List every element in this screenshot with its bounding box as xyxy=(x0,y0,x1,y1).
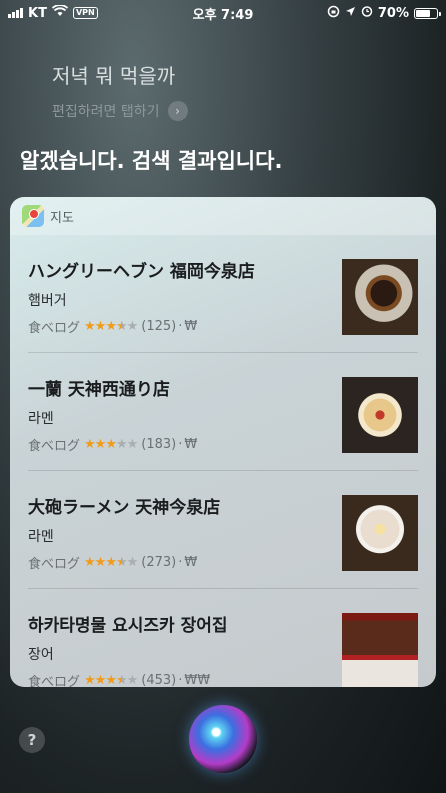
star-icon: ★ xyxy=(94,319,107,334)
separator-dot: · xyxy=(178,437,183,452)
maps-icon xyxy=(22,205,44,227)
star-icon: ★ xyxy=(84,673,96,687)
rating-stars: ★ ★ ★ ★ ★ xyxy=(84,319,139,334)
star-icon: ★ xyxy=(94,437,107,452)
star-icon: ★ xyxy=(126,673,139,687)
star-icon: ★ xyxy=(126,319,139,334)
separator-dot: · xyxy=(178,319,183,334)
result-name: 大砲ラーメン 天神今泉店 xyxy=(28,498,221,518)
vpn-badge: VPN xyxy=(72,7,98,19)
result-meta: 食べログ ★ ★ ★ ★ ★ (453) · ₩₩ xyxy=(28,671,210,687)
result-thumbnail xyxy=(342,377,418,453)
result-name: 一蘭 天神西通り店 xyxy=(28,380,170,400)
price-level: ₩ xyxy=(184,555,198,570)
status-time: 오후 7:49 xyxy=(192,7,254,23)
edit-hint[interactable]: 편집하려면 탭하기 › xyxy=(52,101,188,121)
star-icon: ★ xyxy=(115,555,128,570)
location-arrow-icon xyxy=(345,6,356,21)
star-icon: ★ xyxy=(84,555,96,570)
result-item[interactable]: 一蘭 天神西通り店 라멘 食べログ ★ ★ ★ ★ ★ (183) · ₩ xyxy=(28,353,418,471)
result-category: 라멘 xyxy=(28,529,54,545)
review-count: (125) xyxy=(141,319,177,334)
review-source: 食べログ xyxy=(28,675,81,687)
separator-dot: · xyxy=(178,555,183,570)
wifi-icon xyxy=(51,4,69,21)
battery-icon xyxy=(414,7,441,19)
result-thumbnail xyxy=(342,613,418,687)
review-count: (183) xyxy=(141,437,177,452)
rating-stars: ★ ★ ★ ★ ★ xyxy=(84,673,139,687)
star-icon: ★ xyxy=(105,319,117,334)
edit-hint-label: 편집하려면 탭하기 xyxy=(52,104,160,120)
results-list: ハングリーヘブン 福岡今泉店 햄버거 食べログ ★ ★ ★ ★ ★ (125) · ₩ … xyxy=(10,235,436,687)
result-category: 햄버거 xyxy=(28,293,67,309)
card-header[interactable]: 지도 xyxy=(10,197,436,235)
result-thumbnail xyxy=(342,259,418,335)
price-level: ₩ xyxy=(184,437,198,452)
siri-query-text[interactable]: 저녁 뭐 먹을까 xyxy=(52,60,175,89)
review-count: (453) xyxy=(141,673,177,687)
result-name: 하카타명물 요시즈카 장어집 xyxy=(28,616,228,636)
result-name: ハングリーヘブン 福岡今泉店 xyxy=(28,262,255,282)
star-icon: ★ xyxy=(84,319,96,334)
result-meta: 食べログ ★ ★ ★ ★ ★ (273) · ₩ xyxy=(28,553,197,572)
star-icon: ★ xyxy=(105,437,117,452)
chevron-right-icon[interactable]: › xyxy=(167,101,188,121)
carrier-label: KT xyxy=(28,5,47,21)
star-icon: ★ xyxy=(105,673,117,687)
star-icon: ★ xyxy=(126,437,139,452)
siri-response-text: 알겠습니다. 검색 결과입니다. xyxy=(20,149,283,173)
rating-stars: ★ ★ ★ ★ ★ xyxy=(84,555,139,570)
price-level: ₩ xyxy=(184,319,198,334)
star-icon: ★ xyxy=(115,437,128,452)
review-source: 食べログ xyxy=(28,321,81,336)
review-count: (273) xyxy=(141,555,177,570)
result-item[interactable]: 大砲ラーメン 天神今泉店 라멘 食べログ ★ ★ ★ ★ ★ (273) · ₩ xyxy=(28,471,418,589)
star-icon: ★ xyxy=(126,555,139,570)
result-meta: 食べログ ★ ★ ★ ★ ★ (183) · ₩ xyxy=(28,435,197,454)
review-source: 食べログ xyxy=(28,439,81,454)
card-header-label: 지도 xyxy=(50,210,74,226)
result-category: 장어 xyxy=(28,647,54,663)
star-icon: ★ xyxy=(105,555,117,570)
result-category: 라멘 xyxy=(28,411,54,427)
review-source: 食べログ xyxy=(28,557,81,572)
alarm-icon xyxy=(361,5,373,21)
star-icon: ★ xyxy=(115,319,128,334)
rotation-lock-icon xyxy=(327,5,340,22)
result-item[interactable]: 하카타명물 요시즈카 장어집 장어 食べログ ★ ★ ★ ★ ★ (453) · ₩₩ xyxy=(28,589,418,687)
result-item[interactable]: ハングリーヘブン 福岡今泉店 햄버거 食べログ ★ ★ ★ ★ ★ (125) · ₩ xyxy=(28,235,418,353)
result-thumbnail xyxy=(342,495,418,571)
signal-icon xyxy=(8,8,23,18)
separator-dot: · xyxy=(178,673,183,687)
battery-percent: 70% xyxy=(377,5,409,21)
siri-orb-button[interactable] xyxy=(189,705,257,773)
result-meta: 食べログ ★ ★ ★ ★ ★ (125) · ₩ xyxy=(28,317,197,336)
rating-stars: ★ ★ ★ ★ ★ xyxy=(84,437,139,452)
star-icon: ★ xyxy=(94,555,107,570)
status-bar: KT VPN 오후 7:49 70% xyxy=(0,0,446,26)
maps-results-card: 지도 ハングリーヘブン 福岡今泉店 햄버거 食べログ ★ ★ ★ ★ ★ (125) ·… xyxy=(10,197,436,687)
star-icon: ★ xyxy=(84,437,96,452)
price-level: ₩₩ xyxy=(184,673,211,687)
star-icon: ★ xyxy=(94,673,107,687)
help-button[interactable]: ? xyxy=(19,727,45,753)
star-icon: ★ xyxy=(115,673,128,687)
